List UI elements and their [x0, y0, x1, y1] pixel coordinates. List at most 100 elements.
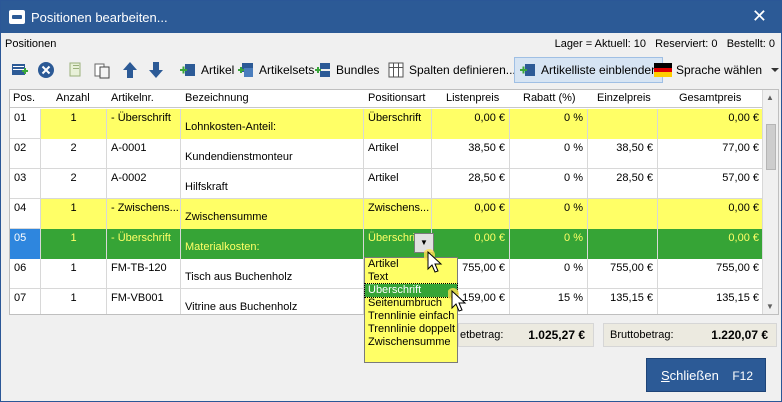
header-bezeichnung[interactable]: Bezeichnung: [185, 92, 249, 104]
header-artikelnr[interactable]: Artikelnr.: [111, 92, 154, 104]
cell-anzahl[interactable]: 2: [41, 169, 107, 199]
close-window-icon[interactable]: ✕: [752, 6, 767, 26]
cell-rabatt[interactable]: 0 %: [510, 199, 588, 229]
add-row-button[interactable]: [11, 57, 29, 83]
cell-anzahl[interactable]: 1: [41, 199, 107, 229]
cell-art[interactable]: Artikel: [364, 169, 432, 199]
cell-listenpreis[interactable]: 0,00 €: [432, 109, 510, 139]
scroll-up-icon[interactable]: ▲: [766, 93, 774, 102]
header-pos[interactable]: Pos.: [13, 92, 35, 104]
dropdown-option[interactable]: Zwischensumme: [365, 336, 457, 349]
table-row[interactable]: 03 2 A-0002 Hilfskraft Artikel 28,50 €0 % 28,5…: [10, 169, 764, 199]
stock-info: Lager = Aktuell: 10 Reserviert: 0 Bestel…: [554, 38, 775, 50]
cell-anzahl[interactable]: 1: [41, 229, 107, 259]
cell-bezeichnung[interactable]: Hilfskraft: [181, 169, 364, 199]
table-row[interactable]: 04 1- Zwischens... Zwischensumme Zwischens.…: [10, 199, 764, 229]
paste-button[interactable]: [93, 57, 111, 83]
dropdown-option[interactable]: Überschrift: [364, 283, 458, 298]
cell-bezeichnung[interactable]: Lohnkosten-Anteil:: [181, 109, 364, 139]
cell-pos[interactable]: 06: [10, 259, 41, 289]
delete-button[interactable]: [37, 57, 55, 83]
cell-gesamtpreis[interactable]: 135,15 €: [658, 289, 764, 314]
cell-einzelpreis[interactable]: [588, 229, 658, 259]
sprache-waehlen-button[interactable]: Sprache wählen: [654, 57, 782, 83]
cell-rabatt[interactable]: 15 %: [510, 289, 588, 314]
artikelliste-einblenden-button[interactable]: Artikelliste einblenden: [514, 57, 663, 83]
header-listenpreis[interactable]: Listenpreis: [446, 92, 499, 104]
cell-art[interactable]: Überschrift: [364, 109, 432, 139]
table-row[interactable]: 01 1- Überschrift Lohnkosten-Anteil: Übersc…: [10, 109, 764, 139]
cell-listenpreis[interactable]: 0,00 €: [432, 199, 510, 229]
cell-anzahl[interactable]: 1: [41, 259, 107, 289]
move-down-button[interactable]: [147, 57, 165, 83]
cell-gesamtpreis[interactable]: 57,00 €: [658, 169, 764, 199]
artikel-button[interactable]: Artikel: [179, 57, 234, 83]
cell-einzelpreis[interactable]: 135,15 €: [588, 289, 658, 314]
cell-pos[interactable]: 03: [10, 169, 41, 199]
cell-artikelnr[interactable]: - Überschrift: [107, 109, 181, 139]
dropdown-option[interactable]: Seitenumbruch: [365, 297, 457, 310]
cell-artikelnr[interactable]: - Zwischens...: [107, 199, 181, 229]
netto-value: 1.025,27 €: [528, 328, 585, 342]
cell-anzahl[interactable]: 2: [41, 139, 107, 169]
cell-gesamtpreis[interactable]: 0,00 €: [658, 199, 764, 229]
dropdown-option[interactable]: Trennlinie einfach: [365, 310, 457, 323]
cell-rabatt[interactable]: 0 %: [510, 139, 588, 169]
copy-button[interactable]: [67, 57, 85, 83]
brutto-total: Bruttobetrag: 1.220,07 €: [603, 323, 777, 347]
cell-gesamtpreis[interactable]: 755,00 €: [658, 259, 764, 289]
dropdown-option[interactable]: Trennlinie doppelt: [365, 323, 457, 336]
header-rabatt[interactable]: Rabatt (%): [523, 92, 576, 104]
cell-einzelpreis[interactable]: 38,50 €: [588, 139, 658, 169]
cell-bezeichnung[interactable]: Zwischensumme: [181, 199, 364, 229]
cell-pos[interactable]: 07: [10, 289, 41, 314]
table-row[interactable]: 05 1- Überschrift Materialkosten: Überschri…: [10, 229, 764, 259]
cell-gesamtpreis[interactable]: 0,00 €: [658, 229, 764, 259]
mouse-cursor-icon: [424, 249, 443, 273]
cell-pos[interactable]: 05: [10, 229, 41, 259]
cell-einzelpreis[interactable]: 28,50 €: [588, 169, 658, 199]
cell-artikelnr[interactable]: FM-TB-120: [107, 259, 181, 289]
cell-art[interactable]: Zwischens...: [364, 199, 432, 229]
cell-gesamtpreis[interactable]: 77,00 €: [658, 139, 764, 169]
schliessen-button[interactable]: Schließen F12: [646, 358, 766, 392]
cell-listenpreis[interactable]: 38,50 €: [432, 139, 510, 169]
cell-artikelnr[interactable]: A-0001: [107, 139, 181, 169]
cell-rabatt[interactable]: 0 %: [510, 109, 588, 139]
artikelsets-button[interactable]: Artikelsets: [237, 57, 314, 83]
cell-rabatt[interactable]: 0 %: [510, 259, 588, 289]
header-anzahl[interactable]: Anzahl: [56, 92, 90, 104]
move-up-button[interactable]: [121, 57, 139, 83]
bundles-button[interactable]: Bundles: [314, 57, 379, 83]
cell-gesamtpreis[interactable]: 0,00 €: [658, 109, 764, 139]
cell-einzelpreis[interactable]: [588, 109, 658, 139]
scrollbar-thumb[interactable]: [766, 124, 776, 170]
cell-art[interactable]: Artikel: [364, 139, 432, 169]
cell-pos[interactable]: 04: [10, 199, 41, 229]
cell-bezeichnung[interactable]: Kundendienstmonteur: [181, 139, 364, 169]
spalten-definieren-button[interactable]: Spalten definieren...: [387, 57, 516, 83]
cell-rabatt[interactable]: 0 %: [510, 169, 588, 199]
schliessen-label: Schließen: [661, 368, 719, 383]
cell-bezeichnung[interactable]: Vitrine aus Buchenholz: [181, 289, 364, 314]
schliessen-shortcut: F12: [732, 369, 753, 383]
header-positionsart[interactable]: Positionsart: [368, 92, 425, 104]
cell-pos[interactable]: 02: [10, 139, 41, 169]
header-einzelpreis[interactable]: Einzelpreis: [597, 92, 651, 104]
cell-artikelnr[interactable]: - Überschrift: [107, 229, 181, 259]
cell-anzahl[interactable]: 1: [41, 109, 107, 139]
cell-einzelpreis[interactable]: [588, 199, 658, 229]
scroll-down-icon[interactable]: ▼: [766, 302, 774, 311]
cell-listenpreis[interactable]: 28,50 €: [432, 169, 510, 199]
cell-bezeichnung[interactable]: Tisch aus Buchenholz: [181, 259, 364, 289]
cell-artikelnr[interactable]: FM-VB001: [107, 289, 181, 314]
cell-anzahl[interactable]: 1: [41, 289, 107, 314]
header-gesamtpreis[interactable]: Gesamtpreis: [679, 92, 741, 104]
cell-pos[interactable]: 01: [10, 109, 41, 139]
table-row[interactable]: 02 2 A-0001 Kundendienstmonteur Artikel 38,50…: [10, 139, 764, 169]
cell-rabatt[interactable]: 0 %: [510, 229, 588, 259]
cell-einzelpreis[interactable]: 755,00 €: [588, 259, 658, 289]
vertical-scrollbar[interactable]: ▲ ▼: [762, 90, 778, 314]
cell-bezeichnung[interactable]: Materialkosten:: [181, 229, 364, 259]
cell-artikelnr[interactable]: A-0002: [107, 169, 181, 199]
